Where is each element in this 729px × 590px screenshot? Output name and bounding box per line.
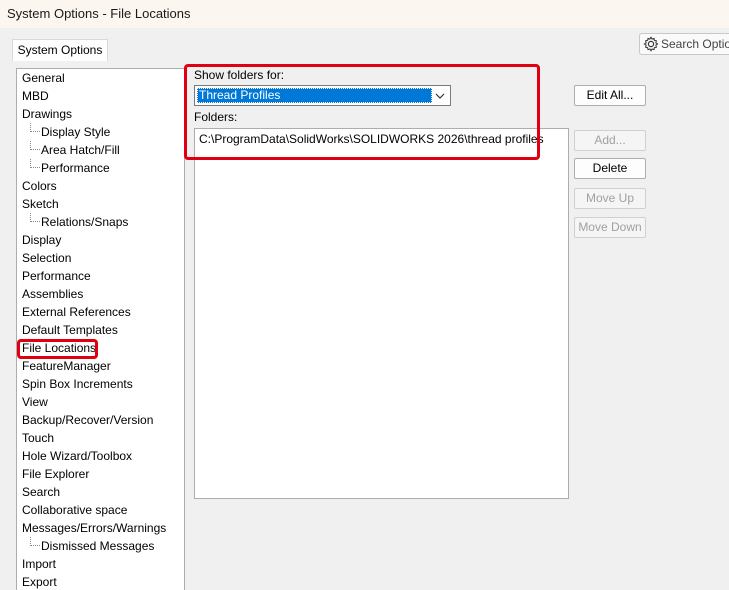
tree-item-backup-recover-version[interactable]: Backup/Recover/Version: [22, 411, 153, 429]
tree-item-selection[interactable]: Selection: [22, 249, 71, 267]
tree-connector: [30, 141, 40, 150]
tree-item-spin-box-increments[interactable]: Spin Box Increments: [22, 375, 133, 393]
tree-connector: [30, 159, 40, 168]
tree-item-touch[interactable]: Touch: [22, 429, 54, 447]
tree-item-default-templates[interactable]: Default Templates: [22, 321, 118, 339]
move-up-button[interactable]: Move Up: [574, 188, 646, 209]
gear-icon: [643, 36, 659, 52]
edit-all-button[interactable]: Edit All...: [574, 85, 646, 106]
tree-item-drawings[interactable]: Drawings: [22, 105, 72, 123]
search-options-label: Search Options: [661, 37, 729, 51]
tree-item-colors[interactable]: Colors: [22, 177, 57, 195]
tree-item-featuremanager[interactable]: FeatureManager: [22, 357, 111, 375]
tree-item-general[interactable]: General: [22, 69, 65, 87]
file-locations-highlight: [17, 339, 98, 359]
tree-item-hole-wizard-toolbox[interactable]: Hole Wizard/Toolbox: [22, 447, 132, 465]
window-title: System Options - File Locations: [7, 6, 191, 21]
tree-item-sketch[interactable]: Sketch: [22, 195, 59, 213]
add-button[interactable]: Add...: [574, 130, 646, 151]
title-bar: System Options - File Locations: [0, 0, 729, 28]
tree-item-area-hatch-fill[interactable]: Area Hatch/Fill: [41, 141, 120, 159]
tree-item-export[interactable]: Export: [22, 573, 57, 590]
tree-item-view[interactable]: View: [22, 393, 48, 411]
tree-item-search[interactable]: Search: [22, 483, 60, 501]
search-options-input[interactable]: Search Options: [639, 33, 729, 55]
tree-item-file-explorer[interactable]: File Explorer: [22, 465, 89, 483]
tree-item-import[interactable]: Import: [22, 555, 56, 573]
tree-connector: [30, 537, 40, 546]
tree-item-external-references[interactable]: External References: [22, 303, 131, 321]
options-tree[interactable]: General MBD Drawings Display Style Area Hatc…: [16, 68, 185, 590]
tree-connector: [30, 123, 40, 132]
tree-item-collaborative-space[interactable]: Collaborative space: [22, 501, 127, 519]
tab-system-options[interactable]: System Options: [12, 39, 108, 61]
move-down-button[interactable]: Move Down: [574, 217, 646, 238]
folders-highlight: [184, 64, 540, 160]
tree-item-messages-errors-warnings[interactable]: Messages/Errors/Warnings: [22, 519, 166, 537]
tree-item-relations-snaps[interactable]: Relations/Snaps: [41, 213, 128, 231]
tree-item-mbd[interactable]: MBD: [22, 87, 49, 105]
tree-item-performance[interactable]: Performance: [41, 159, 110, 177]
tree-connector: [30, 213, 40, 222]
tree-item-display-style[interactable]: Display Style: [41, 123, 110, 141]
delete-button[interactable]: Delete: [574, 158, 646, 179]
tree-item-display[interactable]: Display: [22, 231, 61, 249]
tree-item-dismissed-messages[interactable]: Dismissed Messages: [41, 537, 154, 555]
tree-item-performance[interactable]: Performance: [22, 267, 91, 285]
tree-item-assemblies[interactable]: Assemblies: [22, 285, 83, 303]
folders-list[interactable]: C:\ProgramData\SolidWorks\SOLIDWORKS 202…: [194, 128, 569, 499]
